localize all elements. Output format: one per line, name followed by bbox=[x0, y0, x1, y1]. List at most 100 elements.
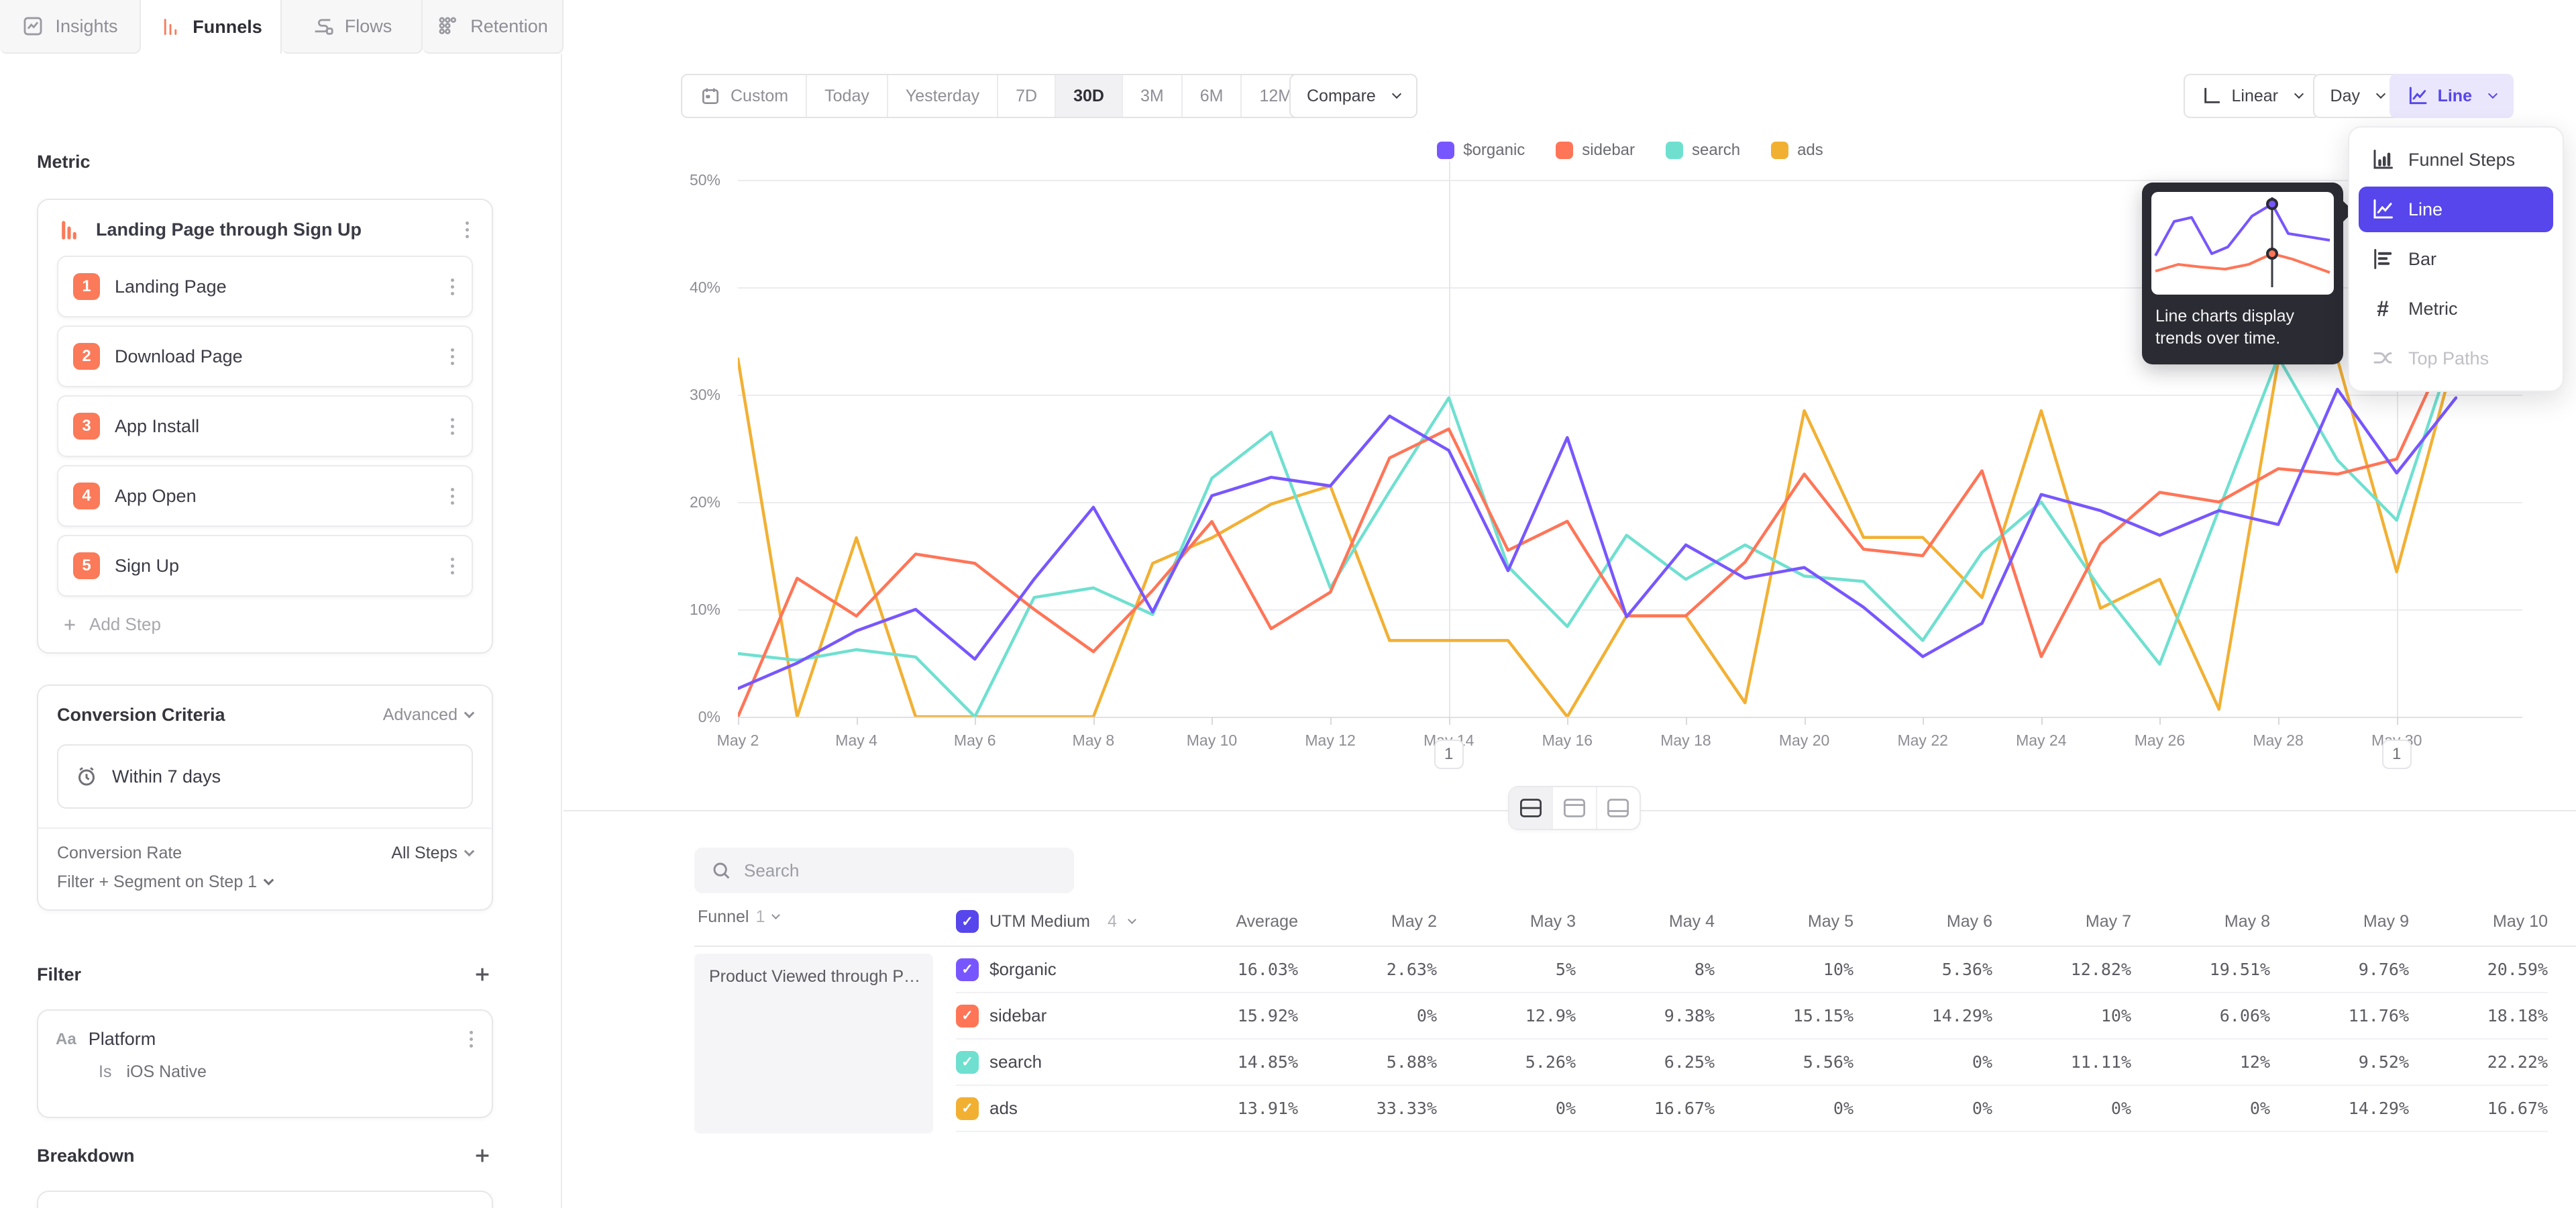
funnel-step-2[interactable]: 2 Download Page bbox=[57, 325, 473, 387]
range-button-yesterday[interactable]: Yesterday bbox=[888, 75, 998, 117]
menu-item-label: Bar bbox=[2408, 249, 2436, 270]
all-steps-dropdown[interactable]: All Steps bbox=[391, 844, 473, 863]
cell-value: 0% bbox=[1854, 1099, 1992, 1118]
funnel-step-1[interactable]: 1Landing Page bbox=[57, 256, 473, 317]
range-button-3m[interactable]: 3M bbox=[1123, 75, 1183, 117]
menu-item-bar[interactable]: Bar bbox=[2359, 236, 2553, 282]
kebab-menu-icon[interactable] bbox=[447, 554, 458, 578]
legend-label: $organic bbox=[1463, 141, 1525, 160]
layout-split-button[interactable] bbox=[1509, 787, 1553, 829]
metric-heading-label: Metric bbox=[37, 152, 91, 172]
kebab-menu-icon[interactable] bbox=[447, 344, 458, 369]
step-number-badge: 2 bbox=[73, 343, 100, 370]
legend-item-organic[interactable]: $organic bbox=[1437, 141, 1525, 160]
kebab-menu-icon[interactable] bbox=[447, 414, 458, 439]
legend-item-sidebar[interactable]: sidebar bbox=[1556, 141, 1635, 160]
column-header-date[interactable]: May 9 bbox=[2270, 912, 2409, 932]
cell-average: 13.91% bbox=[1164, 1099, 1298, 1118]
tab-retention[interactable]: Retention bbox=[423, 0, 564, 54]
layout-chart-button[interactable] bbox=[1553, 787, 1597, 829]
range-button-custom[interactable]: Custom bbox=[682, 75, 807, 117]
report-type-tabbar: Insights Funnels Flows Retention bbox=[0, 0, 564, 54]
column-header-date[interactable]: May 4 bbox=[1576, 912, 1715, 932]
filter-property-row[interactable]: Aa Platform bbox=[38, 1011, 492, 1052]
range-button-today[interactable]: Today bbox=[807, 75, 888, 117]
x-axis-tick bbox=[1093, 717, 1095, 725]
steps-list: 1Landing Page 2 Download Page 3App Install 4… bbox=[38, 256, 492, 597]
chevron-down-icon bbox=[1392, 89, 1401, 99]
range-button-6m[interactable]: 6M bbox=[1183, 75, 1242, 117]
kebab-menu-icon[interactable] bbox=[447, 274, 458, 299]
layout-table-button[interactable] bbox=[1597, 787, 1640, 829]
compare-button[interactable]: Compare bbox=[1289, 74, 1417, 118]
kebab-menu-icon[interactable] bbox=[447, 484, 458, 509]
funnel-column-header[interactable]: Funnel 1 bbox=[698, 907, 779, 927]
cell-value: 11.11% bbox=[1992, 1052, 2131, 1072]
cell-value: 5.36% bbox=[1854, 960, 1992, 979]
conversion-window[interactable]: Within 7 days bbox=[57, 744, 473, 809]
column-header-date[interactable]: May 6 bbox=[1854, 912, 1992, 932]
legend-item-search[interactable]: search bbox=[1666, 141, 1740, 160]
cell-value: 5.56% bbox=[1715, 1052, 1854, 1072]
scale-dropdown-button[interactable]: Linear bbox=[2184, 74, 2320, 118]
step-label: Download Page bbox=[115, 346, 432, 367]
range-button-7d[interactable]: 7D bbox=[998, 75, 1056, 117]
row-checkbox[interactable]: ✓ bbox=[956, 958, 979, 981]
filter-condition-row[interactable]: Is iOS Native bbox=[38, 1052, 492, 1082]
column-header-date[interactable]: May 7 bbox=[1992, 912, 2131, 932]
cell-average: 14.85% bbox=[1164, 1052, 1298, 1072]
breakdown-heading: Breakdown bbox=[37, 1145, 493, 1166]
search-input[interactable] bbox=[744, 860, 1058, 881]
cell-value: 6.25% bbox=[1576, 1052, 1715, 1072]
chart-type-dropdown-button[interactable]: Line bbox=[2390, 74, 2514, 118]
funnel-step-4[interactable]: 4App Open bbox=[57, 465, 473, 527]
conversion-window-label: Within 7 days bbox=[112, 766, 221, 787]
row-checkbox[interactable]: ✓ bbox=[956, 1051, 979, 1074]
add-step-button[interactable]: Add Step bbox=[38, 605, 492, 652]
column-header-date[interactable]: May 3 bbox=[1437, 912, 1576, 932]
metric-card-header[interactable]: Landing Page through Sign Up bbox=[38, 200, 492, 256]
filter-segment-dropdown[interactable]: Filter + Segment on Step 1 bbox=[38, 863, 492, 909]
menu-item-funnel-steps[interactable]: Funnel Steps bbox=[2359, 137, 2553, 183]
kebab-menu-icon[interactable] bbox=[466, 1027, 477, 1052]
column-header-date[interactable]: May 10 bbox=[2409, 912, 2548, 932]
add-breakdown-button[interactable] bbox=[472, 1145, 493, 1166]
tab-insights[interactable]: Insights bbox=[0, 0, 141, 54]
advanced-dropdown[interactable]: Advanced bbox=[383, 705, 473, 725]
x-axis-label: May 10 bbox=[1187, 732, 1237, 750]
step-number-badge: 1 bbox=[73, 273, 100, 300]
interval-dropdown-button[interactable]: Day bbox=[2313, 74, 2402, 118]
annotation-badge[interactable]: 1 bbox=[2382, 740, 2412, 769]
filter-value: iOS Native bbox=[126, 1062, 206, 1082]
breakdown-card[interactable]: Aa UTM Medium ✕ bbox=[37, 1191, 493, 1208]
range-label: Today bbox=[824, 87, 869, 106]
menu-item-metric[interactable]: #Metric bbox=[2359, 286, 2553, 332]
range-button-30d[interactable]: 30D bbox=[1056, 75, 1123, 117]
date-range-group: CustomTodayYesterday7D30D3M6M12M bbox=[681, 74, 1311, 118]
tab-funnels[interactable]: Funnels bbox=[141, 0, 282, 54]
column-header-date[interactable]: May 8 bbox=[2131, 912, 2270, 932]
x-axis-tick bbox=[857, 717, 858, 725]
row-checkbox[interactable]: ✓ bbox=[956, 1005, 979, 1027]
x-axis-tick bbox=[2397, 717, 2398, 725]
legend-label: search bbox=[1692, 141, 1740, 160]
tab-flows[interactable]: Flows bbox=[282, 0, 423, 54]
row-checkbox[interactable]: ✓ bbox=[956, 1097, 979, 1120]
menu-item-line[interactable]: Line bbox=[2359, 187, 2553, 232]
annotation-badge[interactable]: 1 bbox=[1434, 740, 1464, 769]
conversion-criteria-header: Conversion Criteria Advanced bbox=[38, 686, 492, 729]
step-number-badge: 5 bbox=[73, 552, 100, 579]
funnel-step-5[interactable]: 5Sign Up bbox=[57, 535, 473, 597]
funnel-step-3[interactable]: 3App Install bbox=[57, 395, 473, 457]
select-all-checkbox[interactable]: ✓ bbox=[956, 910, 979, 933]
chart-legend: $organic sidebar search ads bbox=[738, 141, 2522, 160]
funnel-cell[interactable]: Product Viewed through P… bbox=[694, 954, 933, 1134]
x-axis-tick bbox=[1686, 717, 1687, 725]
column-header-date[interactable]: May 2 bbox=[1298, 912, 1437, 932]
add-filter-button[interactable] bbox=[472, 964, 493, 985]
chevron-down-icon bbox=[771, 911, 780, 919]
kebab-menu-icon[interactable] bbox=[462, 217, 473, 242]
breakdown-column-header[interactable]: ✓ UTM Medium 4 bbox=[956, 910, 1164, 933]
column-header-date[interactable]: May 5 bbox=[1715, 912, 1854, 932]
legend-item-ads[interactable]: ads bbox=[1771, 141, 1823, 160]
